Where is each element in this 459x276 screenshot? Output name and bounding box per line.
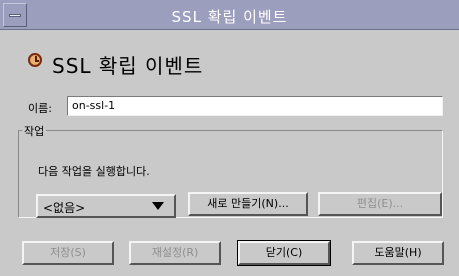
save-button-label: 저장(S) [50, 246, 86, 259]
dropdown-arrow-icon [152, 202, 164, 210]
window-title: SSL 확립 이벤트 [171, 8, 288, 26]
new-task-button[interactable]: 새로 만들기(N)... [188, 192, 308, 216]
title-bar: SSL 확립 이벤트 [0, 0, 459, 30]
task-description: 다음 작업을 실행합니다. [38, 165, 150, 178]
task-group-title: 작업 [22, 123, 47, 139]
save-button[interactable]: 저장(S) [22, 241, 114, 265]
help-button[interactable]: 도움말(H) [352, 241, 444, 265]
event-clock-icon [28, 53, 42, 67]
task-select-value: <없음> [43, 201, 86, 215]
reset-button[interactable]: 재설정(R) [129, 241, 221, 265]
edit-task-button[interactable]: 편집(E)... [318, 192, 442, 216]
page-title: SSL 확립 이벤트 [52, 54, 204, 78]
reset-button-label: 재설정(R) [151, 246, 199, 259]
edit-task-button-label: 편집(E)... [356, 197, 404, 210]
new-task-button-label: 새로 만들기(N)... [207, 197, 289, 210]
close-button-label: 닫기(C) [265, 246, 303, 259]
name-label: 이름: [28, 102, 52, 115]
help-button-label: 도움말(H) [374, 246, 422, 259]
close-button[interactable]: 닫기(C) [237, 240, 331, 266]
name-input[interactable]: on-ssl-1 [67, 96, 443, 116]
task-select[interactable]: <없음> [36, 194, 176, 218]
